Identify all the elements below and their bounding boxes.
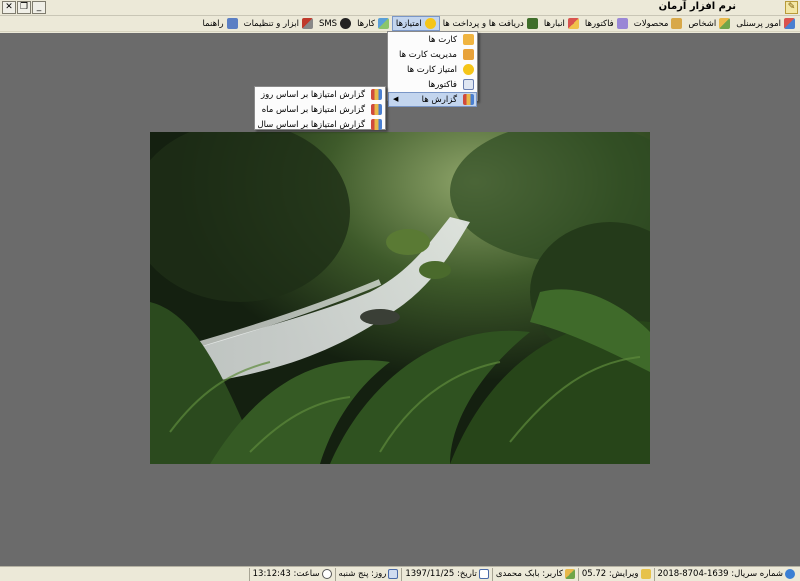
status-version-text: ویرایش: 05.72 — [581, 569, 639, 579]
window-controls: ✕ ❐ _ — [2, 1, 46, 14]
status-date: تاریخ: 1397/11/25 — [401, 567, 491, 581]
menu-tasks-label: کارها — [357, 18, 375, 29]
globe-icon — [785, 569, 795, 579]
status-day-text: روز: پنج شنبه — [338, 569, 387, 579]
star-icon — [463, 64, 474, 75]
menu-personnel-label: امور پرسنلی — [736, 18, 781, 29]
menu-manage-cards-label: مدیریت کارت ها — [398, 49, 457, 60]
menu-invoices-label: فاکتورها — [584, 18, 614, 29]
status-time-text: ساعت: 13:12:43 — [252, 569, 320, 579]
status-date-text: تاریخ: 1397/11/25 — [405, 569, 477, 579]
menu-report-daily-label: گزارش امتیازها بر اساس روز — [260, 89, 365, 100]
status-version: ویرایش: 05.72 — [577, 567, 654, 581]
menu-personnel[interactable]: امور پرسنلی — [733, 16, 798, 31]
menu-warehouses-label: انبارها — [543, 18, 565, 29]
report-icon — [371, 89, 382, 100]
menu-points-label: امتیازها — [395, 18, 422, 29]
invoice-icon — [463, 79, 474, 90]
close-button[interactable]: ✕ — [2, 1, 16, 14]
menu-tasks[interactable]: کارها — [354, 16, 392, 31]
background-photo — [150, 132, 650, 464]
menu-payments-label: دریافت ها و پرداخت ها — [442, 18, 524, 29]
payments-icon — [526, 18, 538, 29]
card-icon — [463, 34, 474, 45]
manage-cards-icon — [463, 49, 474, 60]
menu-warehouses[interactable]: انبارها — [541, 16, 582, 31]
report-icon — [371, 119, 382, 130]
window-title: نرم افزار آرمان — [658, 1, 736, 12]
tools-icon — [301, 18, 313, 29]
help-icon — [226, 18, 238, 29]
menu-invoices-sub-label: فاکتورها — [428, 79, 457, 90]
menu-report-monthly-label: گزارش امتیازها بر اساس ماه — [261, 104, 365, 115]
report-icon — [463, 94, 474, 105]
title-bar: ✕ ❐ _ نرم افزار آرمان ✎ — [0, 0, 800, 16]
menu-products-label: محصولات — [633, 18, 669, 29]
menu-invoices-sub[interactable]: فاکتورها — [388, 77, 477, 92]
pencil-icon — [640, 569, 651, 579]
invoices-icon — [616, 18, 628, 29]
menu-invoices[interactable]: فاکتورها — [582, 16, 631, 31]
menu-report-daily[interactable]: گزارش امتیازها بر اساس روز — [255, 87, 385, 102]
points-menu: کارت ها مدیریت کارت ها امتیاز کارت ها فا… — [387, 31, 478, 107]
menu-help-label: راهنما — [202, 18, 224, 29]
menu-sms[interactable]: SMS — [316, 16, 354, 31]
menu-points[interactable]: امتیازها — [391, 16, 440, 31]
user-icon — [564, 569, 575, 579]
menu-tools-label: ابزار و تنظیمات — [243, 18, 299, 29]
menu-cards[interactable]: کارت ها — [388, 32, 477, 47]
restore-button[interactable]: ❐ — [17, 1, 31, 14]
tasks-icon — [377, 18, 389, 29]
minimize-button[interactable]: _ — [32, 1, 46, 14]
status-time: ساعت: 13:12:43 — [248, 567, 335, 581]
forest-stream-image — [150, 132, 650, 464]
menu-payments[interactable]: دریافت ها و پرداخت ها — [440, 16, 541, 31]
status-user-text: کاربر: بابک محمدی — [495, 569, 563, 579]
calendar-day-icon — [388, 569, 399, 579]
menu-report-yearly[interactable]: گزارش امتیازها بر اساس سال — [255, 117, 385, 132]
submenu-arrow-icon: ◀ — [393, 95, 399, 103]
status-serial: شماره سریال: 1639-8704-2018 — [653, 567, 798, 581]
status-day: روز: پنج شنبه — [334, 567, 402, 581]
menu-help[interactable]: راهنما — [200, 16, 241, 31]
menu-reports-label: گزارش ها — [421, 94, 457, 105]
people-icon — [719, 18, 731, 29]
reports-submenu: گزارش امتیازها بر اساس روز گزارش امتیازه… — [254, 86, 386, 130]
status-serial-text: شماره سریال: 1639-8704-2018 — [657, 569, 783, 579]
products-icon — [671, 18, 683, 29]
status-user: کاربر: بابک محمدی — [491, 567, 578, 581]
menu-people-label: اشخاص — [688, 18, 717, 29]
menu-report-yearly-label: گزارش امتیازها بر اساس سال — [257, 119, 365, 130]
menu-cards-label: کارت ها — [428, 34, 457, 45]
personnel-icon — [784, 18, 795, 29]
calendar-icon — [478, 569, 489, 579]
clock-icon — [321, 569, 332, 579]
menu-bar: امور پرسنلی اشخاص محصولات فاکتورها انبار… — [0, 16, 800, 32]
sms-icon — [340, 18, 352, 29]
app-icon[interactable]: ✎ — [785, 1, 798, 14]
report-icon — [371, 104, 382, 115]
star-icon — [424, 18, 436, 29]
menu-card-points-label: امتیاز کارت ها — [407, 64, 457, 75]
warehouse-icon — [567, 18, 579, 29]
status-bar: شماره سریال: 1639-8704-2018 ویرایش: 05.7… — [0, 566, 800, 581]
menu-manage-cards[interactable]: مدیریت کارت ها — [388, 47, 477, 62]
menu-reports[interactable]: گزارش ها ◀ — [388, 92, 477, 107]
menu-products[interactable]: محصولات — [631, 16, 686, 31]
menu-report-monthly[interactable]: گزارش امتیازها بر اساس ماه — [255, 102, 385, 117]
menu-tools[interactable]: ابزار و تنظیمات — [241, 16, 316, 31]
menu-card-points[interactable]: امتیاز کارت ها — [388, 62, 477, 77]
menu-people[interactable]: اشخاص — [685, 16, 733, 31]
menu-sms-label: SMS — [318, 18, 338, 29]
